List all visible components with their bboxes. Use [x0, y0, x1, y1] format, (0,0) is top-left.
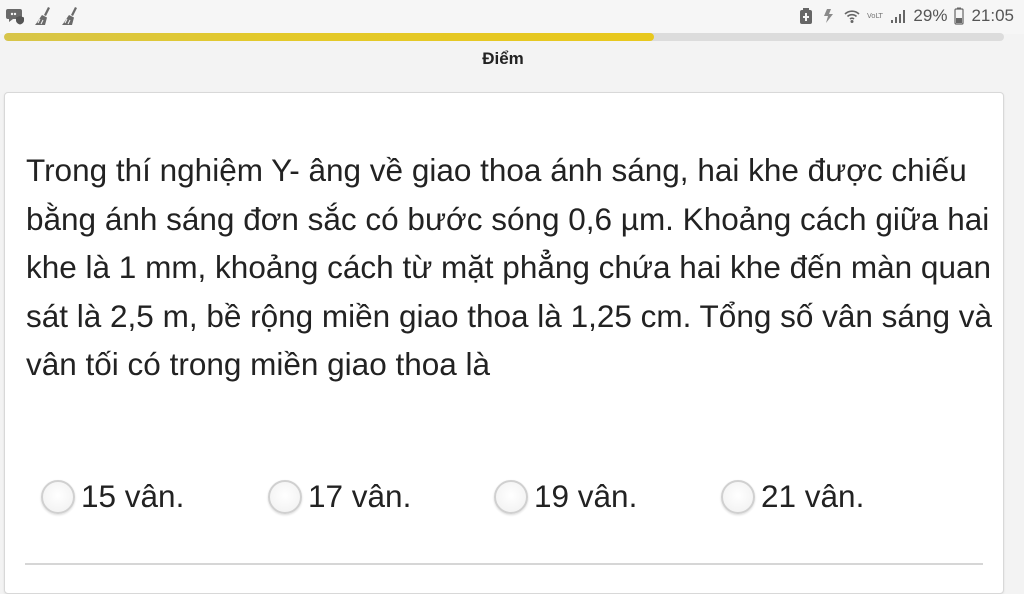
answer-option-3[interactable]: 19 vân. — [494, 478, 637, 515]
answer-option-1[interactable]: 15 vân. — [41, 478, 184, 515]
question-text: Trong thí nghiệm Y- âng về giao thoa ánh… — [26, 152, 992, 383]
battery-saver-icon — [800, 8, 813, 24]
answer-option-4[interactable]: 21 vân. — [721, 478, 864, 515]
svg-text:VoLTE: VoLTE — [867, 12, 883, 20]
quiz-progress-bar — [4, 33, 1004, 41]
score-label: Điểm — [482, 49, 524, 68]
answer-option-2[interactable]: 17 vân. — [268, 478, 411, 515]
data-transfer-icon — [824, 9, 834, 23]
status-bar: VoLTE 29% 21:05 — [0, 0, 1024, 34]
answer-option-label: 15 vân. — [81, 478, 185, 514]
question-card: Trong thí nghiệm Y- âng về giao thoa ánh… — [4, 92, 1004, 594]
radio-button[interactable] — [268, 479, 302, 514]
system-indicators: VoLTE 29% 21:05 — [798, 6, 1014, 26]
radio-button[interactable] — [494, 479, 528, 514]
divider — [25, 563, 983, 565]
radio-button[interactable] — [721, 479, 755, 514]
volte-icon: VoLTE — [867, 12, 883, 20]
wifi-icon — [844, 10, 860, 23]
quiz-progress-fill — [4, 33, 654, 41]
clock-time: 21:05 — [971, 6, 1014, 25]
message-shield-icon — [6, 9, 24, 25]
answer-option-label: 19 vân. — [534, 478, 638, 514]
answer-options: 15 vân. 17 vân. 19 vân. 21 vân. — [41, 478, 991, 528]
radio-button[interactable] — [41, 479, 75, 514]
signal-icon — [891, 10, 906, 23]
answer-option-label: 17 vân. — [308, 478, 412, 514]
answer-option-label: 21 vân. — [761, 478, 865, 514]
battery-icon — [954, 7, 965, 25]
cleaning-broom-icon — [62, 7, 77, 25]
notification-icons — [6, 6, 80, 26]
battery-percent: 29% — [913, 6, 948, 25]
cleaning-broom-icon — [35, 7, 50, 25]
